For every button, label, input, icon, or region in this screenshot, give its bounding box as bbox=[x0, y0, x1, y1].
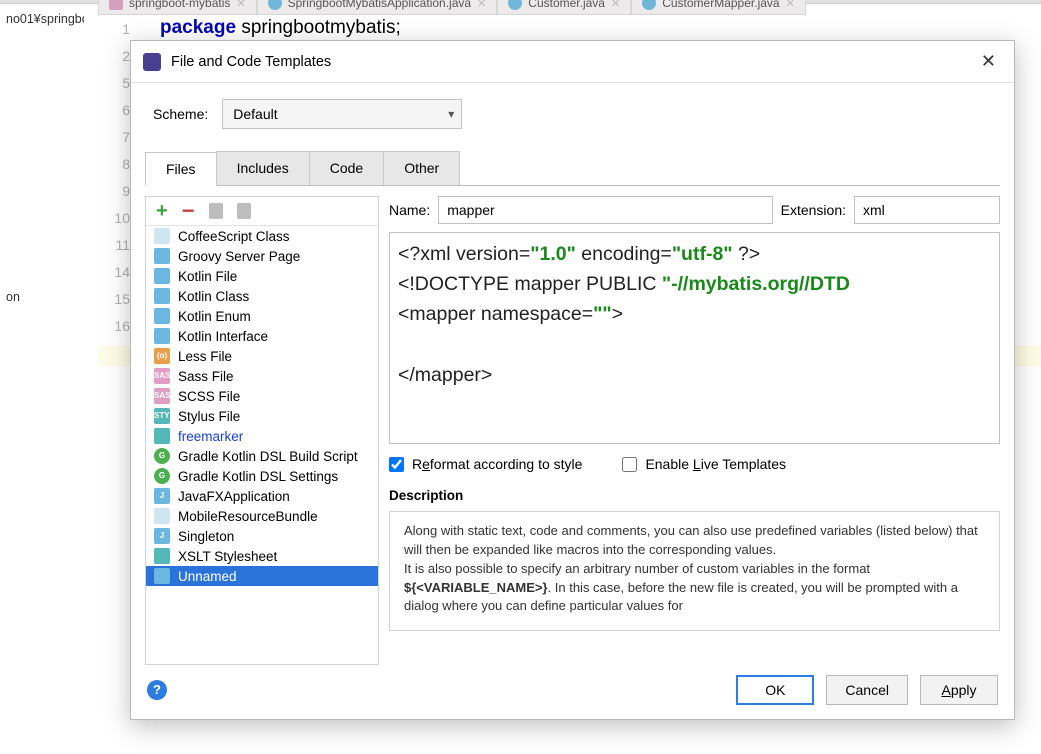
dialog-title: File and Code Templates bbox=[171, 54, 331, 70]
template-item[interactable]: CoffeeScript Class bbox=[146, 226, 378, 246]
live-templates-checkbox[interactable] bbox=[622, 457, 637, 472]
help-icon[interactable]: ? bbox=[147, 680, 167, 700]
name-label: Name: bbox=[389, 202, 430, 218]
template-file-icon bbox=[154, 308, 170, 324]
template-file-icon: STYL bbox=[154, 408, 170, 424]
template-item[interactable]: freemarker bbox=[146, 426, 378, 446]
template-toolbar: + − bbox=[146, 197, 378, 226]
tab-includes[interactable]: Includes bbox=[216, 151, 310, 185]
editor-tab[interactable]: Customer.java✕ bbox=[497, 0, 631, 15]
template-item[interactable]: GGradle Kotlin DSL Settings bbox=[146, 466, 378, 486]
tab-close-icon[interactable]: ✕ bbox=[786, 0, 795, 10]
template-item[interactable]: SASSSass File bbox=[146, 366, 378, 386]
close-icon[interactable]: ✕ bbox=[975, 49, 1002, 74]
description-label: Description bbox=[389, 488, 1000, 503]
live-templates-checkbox-label[interactable]: Enable Live Templates bbox=[622, 456, 786, 472]
apply-button[interactable]: Apply bbox=[920, 675, 998, 705]
template-item[interactable]: XSLT Stylesheet bbox=[146, 546, 378, 566]
add-icon[interactable]: + bbox=[156, 204, 168, 218]
tab-files[interactable]: Files bbox=[145, 152, 217, 186]
template-file-icon: G bbox=[154, 468, 170, 484]
editor-tab[interactable]: springboot-mybatis✕ bbox=[98, 0, 257, 15]
template-item[interactable]: Kotlin Interface bbox=[146, 326, 378, 346]
template-item[interactable]: Kotlin File bbox=[146, 266, 378, 286]
reformat-checkbox-label[interactable]: Reformat according to style bbox=[389, 456, 582, 472]
tab-file-icon bbox=[268, 0, 282, 10]
template-file-icon bbox=[154, 228, 170, 244]
extension-input[interactable] bbox=[854, 196, 1000, 224]
template-item[interactable]: Kotlin Enum bbox=[146, 306, 378, 326]
tab-code[interactable]: Code bbox=[309, 151, 384, 185]
tab-close-icon[interactable]: ✕ bbox=[611, 0, 620, 10]
code-area[interactable]: package springbootmybatis; bbox=[160, 16, 401, 39]
template-list-pane: + − CoffeeScript ClassGroovy Server Page… bbox=[145, 196, 379, 665]
template-item[interactable]: STYLStylus File bbox=[146, 406, 378, 426]
template-item[interactable]: SASSSCSS File bbox=[146, 386, 378, 406]
tab-close-icon[interactable]: ✕ bbox=[477, 0, 486, 10]
dialog-titlebar: File and Code Templates ✕ bbox=[131, 41, 1014, 83]
tab-bar: FilesIncludesCodeOther bbox=[145, 151, 1000, 186]
template-file-icon: G bbox=[154, 448, 170, 464]
template-file-icon bbox=[154, 568, 170, 584]
tab-close-icon[interactable]: ✕ bbox=[236, 0, 245, 10]
template-item[interactable]: Kotlin Class bbox=[146, 286, 378, 306]
ok-button[interactable]: OK bbox=[736, 675, 814, 705]
template-item[interactable]: JSingleton bbox=[146, 526, 378, 546]
extension-label: Extension: bbox=[781, 202, 846, 218]
description-box: Along with static text, code and comment… bbox=[389, 511, 1000, 631]
template-file-icon: SASS bbox=[154, 368, 170, 384]
app-icon bbox=[143, 53, 161, 71]
template-file-icon bbox=[154, 288, 170, 304]
scheme-select[interactable]: Default bbox=[222, 99, 462, 129]
paste-icon[interactable] bbox=[237, 203, 251, 219]
package-name: springbootmybatis; bbox=[236, 17, 401, 38]
keyword-package: package bbox=[160, 17, 236, 38]
template-file-icon bbox=[154, 248, 170, 264]
copy-icon[interactable] bbox=[209, 203, 223, 219]
reformat-checkbox[interactable] bbox=[389, 457, 404, 472]
template-item[interactable]: MobileResourceBundle bbox=[146, 506, 378, 526]
template-file-icon bbox=[154, 428, 170, 444]
template-item[interactable]: GGradle Kotlin DSL Build Script bbox=[146, 446, 378, 466]
dialog-button-bar: ? OK Cancel Apply bbox=[131, 665, 1014, 719]
template-item[interactable]: JJavaFXApplication bbox=[146, 486, 378, 506]
template-item[interactable]: Groovy Server Page bbox=[146, 246, 378, 266]
template-item[interactable]: (o)Less File bbox=[146, 346, 378, 366]
templates-dialog: File and Code Templates ✕ Scheme: Defaul… bbox=[130, 40, 1015, 720]
project-tree[interactable]: no01¥springbo on bbox=[0, 8, 90, 568]
template-file-icon bbox=[154, 328, 170, 344]
editor-tab[interactable]: SpringbootMybatisApplication.java✕ bbox=[257, 0, 498, 15]
template-file-icon bbox=[154, 508, 170, 524]
tab-other[interactable]: Other bbox=[383, 151, 460, 185]
remove-icon[interactable]: − bbox=[182, 205, 195, 217]
template-file-icon: (o) bbox=[154, 348, 170, 364]
cancel-button[interactable]: Cancel bbox=[826, 675, 908, 705]
template-file-icon bbox=[154, 268, 170, 284]
editor-tab[interactable]: CustomerMapper.java✕ bbox=[631, 0, 806, 15]
template-editor[interactable]: <?xml version="1.0" encoding="utf-8" ?> … bbox=[389, 232, 1000, 444]
tab-file-icon bbox=[642, 0, 656, 10]
template-item[interactable]: Unnamed bbox=[146, 566, 378, 586]
tab-file-icon bbox=[109, 0, 123, 10]
project-node[interactable]: no01¥springbo bbox=[6, 12, 84, 26]
template-file-icon: SASS bbox=[154, 388, 170, 404]
template-file-icon: J bbox=[154, 528, 170, 544]
template-list[interactable]: CoffeeScript ClassGroovy Server PageKotl… bbox=[146, 226, 378, 664]
template-name-input[interactable] bbox=[438, 196, 772, 224]
template-file-icon: J bbox=[154, 488, 170, 504]
template-file-icon bbox=[154, 548, 170, 564]
tab-file-icon bbox=[508, 0, 522, 10]
scheme-label: Scheme: bbox=[153, 106, 208, 122]
project-node[interactable]: on bbox=[6, 290, 84, 304]
